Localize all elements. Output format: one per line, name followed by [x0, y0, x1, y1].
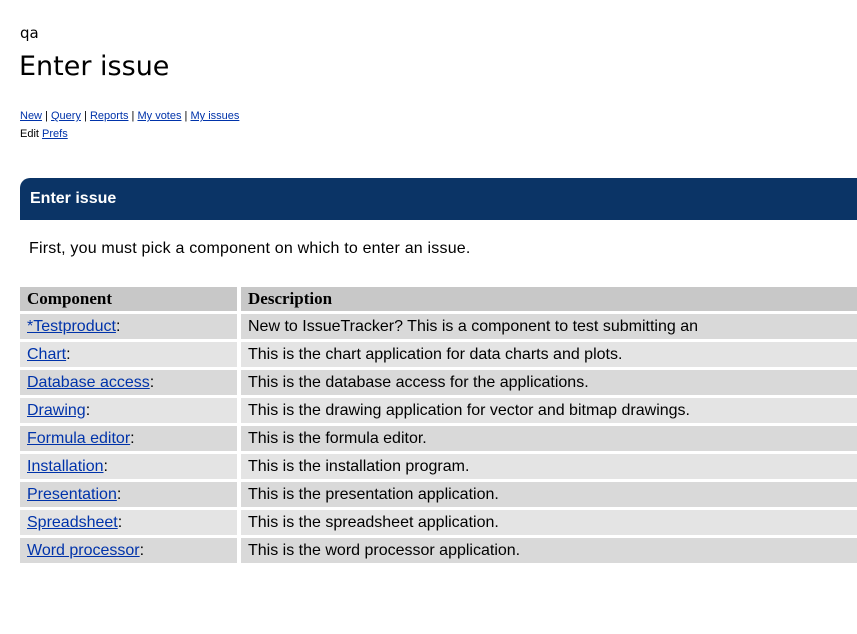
component-link[interactable]: Spreadsheet — [27, 514, 118, 531]
table-row: Presentation: This is the presentation a… — [20, 482, 857, 507]
table-row: Drawing: This is the drawing application… — [20, 398, 857, 423]
intro-text: First, you must pick a component on whic… — [29, 240, 471, 257]
table-row: Chart: This is the chart application for… — [20, 342, 857, 367]
description-cell: New to IssueTracker? This is a component… — [241, 314, 857, 339]
description-cell: This is the chart application for data c… — [241, 342, 857, 367]
component-link[interactable]: Chart — [27, 346, 66, 363]
component-link[interactable]: Presentation — [27, 486, 117, 503]
nav-link-my-votes[interactable]: My votes — [137, 110, 181, 122]
component-cell: Presentation: — [20, 482, 241, 507]
component-link[interactable]: *Testproduct — [27, 318, 116, 335]
nav-link-query[interactable]: Query — [51, 110, 81, 122]
nav-link-new[interactable]: New — [20, 110, 42, 122]
nav-row-main: New | Query | Reports | My votes | My is… — [20, 107, 239, 125]
table-row: Spreadsheet: This is the spreadsheet app… — [20, 510, 857, 535]
description-cell: This is the drawing application for vect… — [241, 398, 857, 423]
nav-separator: | — [131, 110, 135, 122]
description-cell: This is the formula editor. — [241, 426, 857, 451]
component-cell: Chart: — [20, 342, 241, 367]
table-row: *Testproduct: New to IssueTracker? This … — [20, 314, 857, 339]
component-link[interactable]: Drawing — [27, 402, 86, 419]
component-cell: Drawing: — [20, 398, 241, 423]
table-row: Database access: This is the database ac… — [20, 370, 857, 395]
component-link[interactable]: Formula editor — [27, 430, 130, 447]
nav-separator: | — [84, 110, 87, 122]
table-row: Installation: This is the installation p… — [20, 454, 857, 479]
nav-link-prefs[interactable]: Prefs — [42, 128, 68, 140]
edit-label: Edit — [20, 128, 39, 140]
component-cell: Word processor: — [20, 538, 241, 563]
components-table: Component Description *Testproduct: New … — [20, 284, 857, 566]
component-link[interactable]: Word processor — [27, 542, 140, 559]
component-cell: Installation: — [20, 454, 241, 479]
panel-header: Enter issue — [20, 178, 857, 220]
description-cell: This is the database access for the appl… — [241, 370, 857, 395]
nav-separator: | — [184, 110, 188, 122]
description-cell: This is the word processor application. — [241, 538, 857, 563]
table-header-row: Component Description — [20, 287, 857, 311]
component-cell: *Testproduct: — [20, 314, 241, 339]
nav-links: New | Query | Reports | My votes | My is… — [20, 107, 239, 143]
component-cell: Formula editor: — [20, 426, 241, 451]
table-row: Word processor: This is the word process… — [20, 538, 857, 563]
nav-link-my-issues[interactable]: My issues — [190, 110, 239, 122]
description-cell: This is the installation program. — [241, 454, 857, 479]
table-row: Formula editor: This is the formula edit… — [20, 426, 857, 451]
component-cell: Database access: — [20, 370, 241, 395]
column-header-description: Description — [241, 287, 857, 311]
component-link[interactable]: Installation — [27, 458, 104, 475]
nav-link-reports[interactable]: Reports — [90, 110, 129, 122]
description-cell: This is the spreadsheet application. — [241, 510, 857, 535]
nav-separator: | — [45, 110, 48, 122]
component-link[interactable]: Database access — [27, 374, 150, 391]
component-cell: Spreadsheet: — [20, 510, 241, 535]
description-cell: This is the presentation application. — [241, 482, 857, 507]
nav-row-prefs: Edit Prefs — [20, 125, 239, 143]
page-title: Enter issue — [19, 51, 170, 82]
column-header-component: Component — [20, 287, 241, 311]
project-name: qa — [20, 24, 39, 42]
panel-title: Enter issue — [30, 190, 117, 207]
